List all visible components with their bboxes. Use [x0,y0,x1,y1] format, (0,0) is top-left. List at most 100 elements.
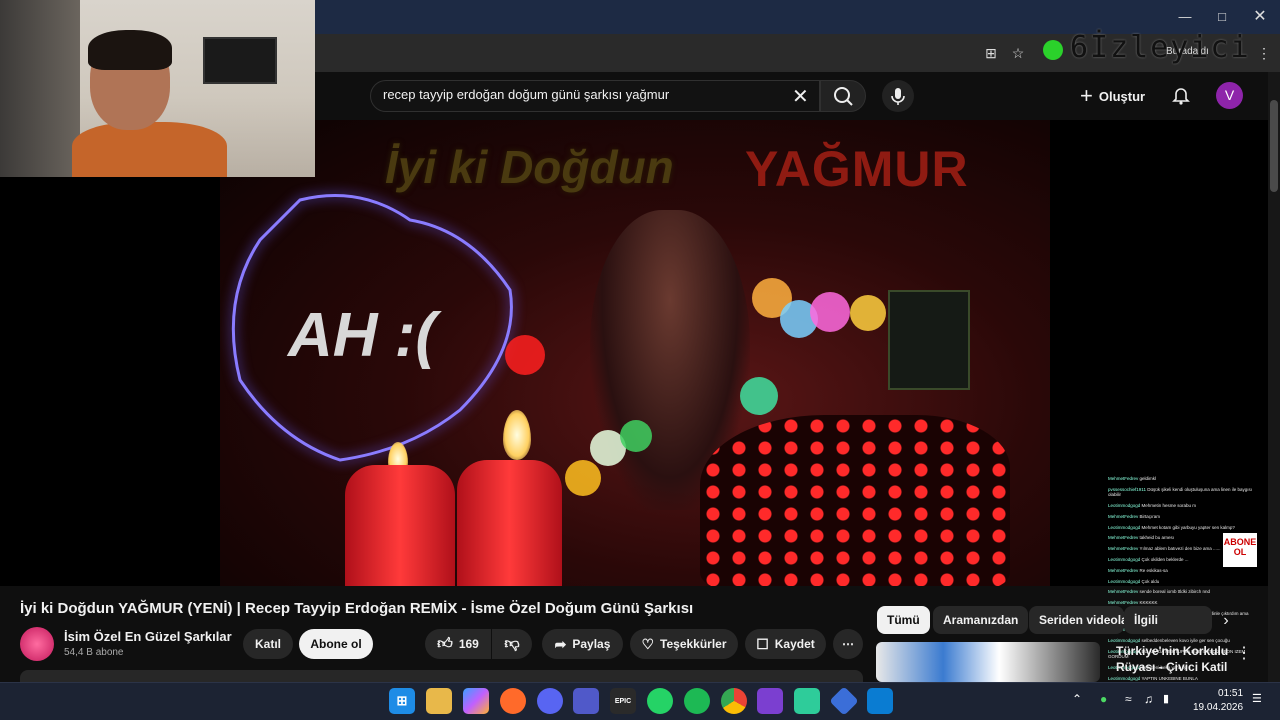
extension-icon[interactable] [1043,40,1063,60]
chat-username: MehmetFedrev [1108,589,1140,595]
bokeh-light [810,292,850,332]
video-frame[interactable]: İyi ki Doğdun YAĞMUR AH :( [220,120,1050,586]
create-label: Oluştur [1098,88,1146,104]
bookmark-icon: ☐ [756,635,769,652]
battery-icon[interactable]: ▮ [1163,692,1169,705]
chat-message: KKKKKK [1139,600,1158,606]
dislike-button[interactable]: 👎︎ [492,629,532,659]
chat-username: Leotimmodgogd [1108,503,1142,508]
start-icon[interactable]: ⊞ [389,688,415,714]
chat-username: MehmetFedrev [1108,535,1140,541]
like-button[interactable]: 👍︎ 169 [425,629,491,659]
chat-username: MehmetFedrev [1108,513,1140,519]
chat-line: Leotimmodgogd Çok aldu [1108,579,1258,584]
bokeh-light [620,420,652,452]
clear-search-icon[interactable]: ✕ [792,84,809,109]
chat-line: MehmetFedrev Re eskikas-sa [1108,568,1258,573]
chip-related[interactable]: İlgili [1124,606,1212,634]
discord-icon[interactable] [537,688,563,714]
omnibox[interactable] [320,40,1040,66]
bookmark-star-icon[interactable]: ☆ [1009,44,1027,62]
spotify-icon[interactable] [684,688,710,714]
minimize-icon[interactable]: — [1174,6,1196,28]
search-query[interactable]: recep tayyip erdoğan doğum günü şarkısı … [383,87,669,102]
video-frame-caption: AH :( [288,301,437,370]
share-button[interactable]: ➦ Paylaş [542,629,623,659]
thumbs-down-icon: 👎︎ [504,635,520,652]
bokeh-light [740,377,778,415]
chat-username: MehmetFedrev [1108,476,1140,481]
wifi-icon[interactable]: ≈ [1125,692,1132,706]
chevron-right-icon[interactable]: › [1216,612,1236,632]
notification-center-icon[interactable]: ☰ [1252,692,1262,705]
install-app-icon[interactable]: ⊞ [982,44,1000,62]
voice-search-button[interactable] [882,80,914,112]
candle [457,460,562,586]
thumbs-up-icon: 👍︎ [437,635,453,652]
file-explorer-icon[interactable] [426,688,452,714]
notifications-button[interactable] [1170,84,1192,106]
copilot-icon[interactable] [463,688,489,714]
stream-viewer-overlay: 6İzleyici [1070,30,1251,65]
mic-tray-icon[interactable]: ● [1100,692,1107,706]
account-avatar[interactable]: V [1216,82,1243,109]
chat-message: Çok okilden beklerde ... [1141,556,1189,562]
more-actions-button[interactable]: ⋯ [833,629,863,659]
related-more-icon[interactable]: ⋮ [1236,643,1252,663]
scrollbar-thumb[interactable] [1270,100,1278,192]
clock-date: 19.04.2026 [1193,702,1244,713]
webcam-tv [203,37,277,84]
chat-message: Re eskikas-sa [1139,567,1168,573]
bokeh-light [505,335,545,375]
volume-icon[interactable]: ♫ [1144,692,1153,706]
epic-games-icon[interactable]: EPIC [610,688,636,714]
subscribe-button[interactable]: Abone ol [299,629,373,659]
create-button[interactable]: + Oluştur [1080,83,1146,108]
search-button[interactable] [820,80,866,112]
firefox-icon[interactable] [500,688,526,714]
microphone-icon [891,88,905,105]
thanks-label: Teşekkürler [660,637,727,651]
vscode-icon[interactable] [867,688,893,714]
chat-line: pvssessochief1911 Düşük şikeli kendi olu… [1108,487,1258,498]
heart-dollar-icon: ♡ [641,635,655,652]
chat-line: MehmetFedrev geldimkl [1108,476,1258,481]
chat-username: Leotimmodgogd [1108,524,1142,530]
thanks-button[interactable]: ♡ Teşekkürler [630,629,738,659]
chat-message: Mehmet kotam gibi yarbuyu yapter sen kal… [1141,524,1235,530]
save-label: Kaydet [774,637,815,651]
close-icon[interactable]: ✕ [1249,6,1271,28]
android-studio-icon[interactable] [794,688,820,714]
chrome-icon[interactable] [721,688,747,714]
chip-all[interactable]: Tümü [877,606,930,634]
chat-username: MehmetFedrev [1108,567,1140,573]
join-button[interactable]: Katıl [243,629,293,659]
whatsapp-icon[interactable] [647,688,673,714]
visual-studio-icon[interactable] [757,688,783,714]
tray-chevron-icon[interactable]: ⌃ [1072,692,1082,706]
chip-from-search[interactable]: Aramanızdan [933,606,1029,634]
description-box[interactable] [20,670,863,682]
save-button[interactable]: ☐ Kaydet [745,629,826,659]
maximize-icon[interactable]: □ [1211,6,1233,28]
more-horizontal-icon: ⋯ [842,637,854,651]
teams-icon[interactable] [573,688,599,714]
chat-line: Leotimmodgogd Mehmetin hesme sorabu m [1108,503,1258,508]
chat-line: MehmetFedrev KKKKKK [1108,600,1258,605]
gift-box [700,415,1010,586]
chat-message: Birtaçıram [1139,513,1161,519]
taskbar-clock[interactable]: 01:51 19.04.2026 [1193,687,1243,715]
channel-subscribers: 54,4 B abone [64,647,124,658]
channel-avatar[interactable] [20,627,54,661]
chat-message: geldimkl [1139,476,1157,481]
clock-time: 01:51 [1218,688,1244,699]
chat-username: Leotimmodgogd [1108,556,1142,562]
channel-name[interactable]: İsim Özel En Güzel Şarkılar [64,629,232,644]
chip-series[interactable]: Seriden videolar [1029,606,1124,634]
plus-icon: + [1080,83,1093,108]
share-label: Paylaş [572,637,611,651]
related-video-thumbnail[interactable] [876,642,1100,682]
browser-menu-icon[interactable]: ⋮ [1255,44,1273,62]
chat-line: MehmetFedrev Birtaçıram [1108,514,1258,519]
chat-line: MehmetFedrev sende boreal iomb ttldki zi… [1108,589,1258,594]
